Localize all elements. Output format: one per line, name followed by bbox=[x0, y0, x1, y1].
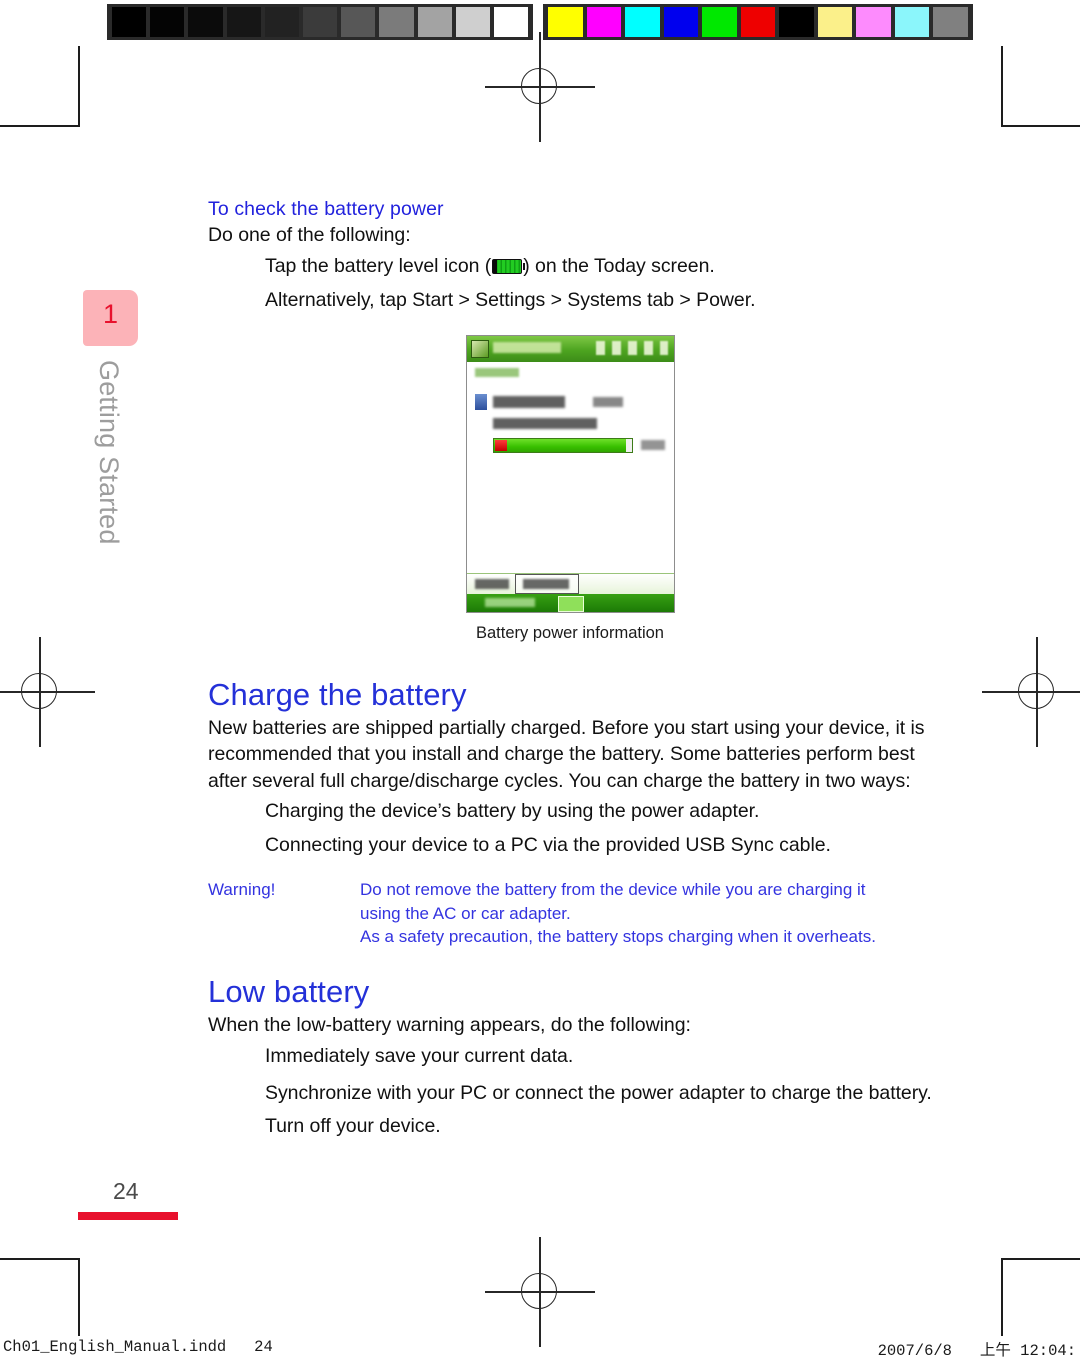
device-battery-remaining-label bbox=[492, 417, 597, 429]
crop-mark-bottom-right-vertical bbox=[1001, 1258, 1003, 1336]
color-calibration-bar bbox=[543, 4, 973, 40]
warning-line-1: Do not remove the battery from the devic… bbox=[360, 880, 866, 899]
heading-low-battery: Low battery bbox=[208, 974, 370, 1009]
color-swatch-8 bbox=[856, 7, 891, 37]
device-soft-key-battery bbox=[474, 578, 509, 589]
paragraph-charge-the-battery: New batteries are shipped partially char… bbox=[208, 716, 925, 792]
device-status-tray-icons bbox=[595, 340, 668, 355]
grayscale-swatch-4 bbox=[264, 7, 299, 37]
figure-battery-power-information: Battery power information bbox=[208, 334, 932, 643]
bullet-charging-with-power-adapter: Charging the device’s battery by using t… bbox=[265, 800, 760, 822]
device-main-battery-value bbox=[592, 396, 623, 407]
device-main-battery-label bbox=[492, 395, 565, 408]
device-screenshot-power-settings bbox=[465, 334, 675, 613]
color-swatch-9 bbox=[894, 7, 930, 37]
figure-caption: Battery power information bbox=[475, 623, 664, 642]
device-soft-key-advanced bbox=[522, 578, 569, 589]
device-task-bar bbox=[466, 593, 674, 612]
device-title-text bbox=[492, 341, 561, 353]
color-swatch-5 bbox=[740, 7, 776, 37]
crop-mark-bottom-right-horizontal bbox=[1001, 1258, 1080, 1260]
bullet-turn-off-device: Turn off your device. bbox=[265, 1115, 441, 1137]
grayscale-swatch-1 bbox=[150, 7, 185, 37]
bullet-text-before-icon: Tap the battery level icon ( bbox=[265, 254, 492, 277]
device-battery-gauge-low-marker bbox=[494, 439, 507, 451]
page-number-rule bbox=[78, 1212, 178, 1220]
intro-do-one-of-the-following: Do one of the following: bbox=[208, 224, 411, 246]
registration-mark-left bbox=[0, 637, 95, 747]
chapter-tab: 1 bbox=[83, 290, 138, 346]
warning-line-2: using the AC or car adapter. bbox=[360, 903, 571, 923]
bullet-alternatively-start-settings: Alternatively, tap Start > Settings > Sy… bbox=[265, 288, 756, 311]
page-number: 24 bbox=[113, 1178, 139, 1204]
crop-mark-top-left-vertical bbox=[78, 46, 80, 126]
registration-mark-right bbox=[982, 637, 1080, 747]
battery-level-icon bbox=[492, 258, 526, 274]
footer-file-name: Ch01_English_Manual.indd 24 bbox=[3, 1338, 273, 1356]
color-swatch-3 bbox=[663, 7, 699, 37]
color-swatch-10 bbox=[933, 7, 969, 37]
registration-mark-bottom bbox=[485, 1237, 595, 1347]
bullet-connect-pc-usb-sync: Connecting your device to a PC via the p… bbox=[265, 834, 831, 856]
crop-mark-bottom-left-horizontal bbox=[0, 1258, 80, 1260]
footer-timestamp: 2007/6/8 上午 12:04: bbox=[877, 1342, 1076, 1360]
heading-charge-the-battery: Charge the battery bbox=[208, 676, 467, 712]
grayscale-swatch-7 bbox=[379, 7, 414, 37]
registration-mark-top bbox=[485, 32, 595, 142]
crop-mark-bottom-left-vertical bbox=[78, 1258, 80, 1336]
device-title-bar bbox=[466, 335, 674, 362]
warning-line-3: As a safety precaution, the battery stop… bbox=[360, 927, 876, 946]
device-task-bar-text bbox=[484, 597, 535, 607]
warning-text: Do not remove the battery from the devic… bbox=[360, 878, 932, 949]
page-content: To check the battery power Do one of the… bbox=[208, 196, 932, 1140]
device-power-panel bbox=[466, 383, 674, 574]
bullet-synchronize-with-pc: Synchronize with your PC or connect the … bbox=[265, 1081, 932, 1104]
chapter-number: 1 bbox=[102, 299, 119, 329]
color-swatch-2 bbox=[625, 7, 660, 37]
bullet-text-after-icon: ) on the Today screen. bbox=[523, 254, 715, 277]
warning-block: Warning! Do not remove the battery from … bbox=[208, 878, 932, 950]
color-swatch-4 bbox=[702, 7, 737, 37]
crop-mark-top-right-vertical bbox=[1001, 46, 1003, 126]
color-swatch-7 bbox=[817, 7, 853, 37]
grayscale-swatch-2 bbox=[188, 7, 223, 37]
grayscale-swatch-8 bbox=[417, 7, 452, 37]
device-soft-key-bar bbox=[466, 572, 674, 594]
start-menu-icon bbox=[470, 339, 489, 358]
crop-mark-top-left-horizontal bbox=[0, 125, 80, 127]
color-swatch-6 bbox=[779, 7, 814, 37]
battery-panel-icon bbox=[474, 393, 487, 410]
grayscale-swatch-6 bbox=[341, 7, 376, 37]
device-battery-gauge-fill bbox=[493, 438, 626, 452]
chapter-running-label: Getting Started bbox=[94, 360, 124, 545]
grayscale-swatch-3 bbox=[226, 7, 261, 37]
bullet-tap-battery-level-icon: Tap the battery level icon ( ) on the Tod… bbox=[208, 249, 932, 283]
grayscale-swatch-0 bbox=[112, 7, 147, 37]
device-keyboard-icon bbox=[558, 595, 584, 612]
device-subtitle-text bbox=[474, 367, 519, 377]
device-battery-gauge bbox=[492, 437, 633, 453]
paragraph-low-battery: When the low-battery warning appears, do… bbox=[208, 1014, 691, 1036]
heading-to-check-the-battery-power: To check the battery power bbox=[208, 198, 444, 220]
crop-mark-top-right-horizontal bbox=[1001, 125, 1080, 127]
device-battery-percent-text bbox=[640, 439, 665, 450]
warning-label: Warning! bbox=[208, 880, 276, 899]
bullet-save-current-data: Immediately save your current data. bbox=[265, 1044, 574, 1067]
grayscale-calibration-bar bbox=[107, 4, 533, 40]
device-subtitle-bar bbox=[466, 361, 674, 386]
grayscale-swatch-5 bbox=[302, 7, 338, 37]
